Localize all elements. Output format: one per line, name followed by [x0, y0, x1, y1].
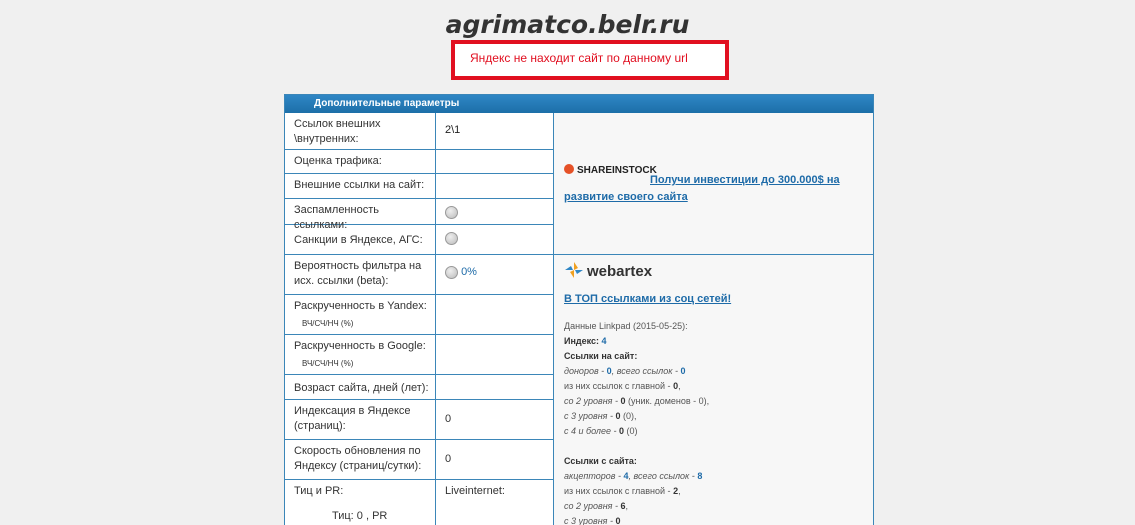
- panel-header: Дополнительные параметры: [285, 95, 873, 113]
- row-external-links-value: [436, 174, 554, 199]
- out-total-label: , всего ссылок -: [628, 471, 695, 481]
- alert-box: Яндекс не находит сайт по данному url: [451, 40, 729, 80]
- level2-extra: (уник. доменов - 0),: [628, 396, 710, 406]
- out-from-main-label: из них ссылок с главной -: [564, 486, 671, 496]
- row-age-value: [436, 375, 554, 400]
- spam-indicator-icon: [445, 205, 458, 219]
- row-index-value: 0: [436, 400, 554, 440]
- linkpad-data: Данные Linkpad (2015-05-25): Индекс: 4 С…: [564, 321, 710, 525]
- row-index-label: Индексация в Яндексе (страниц):: [285, 400, 436, 440]
- row-sanctions-value: [436, 225, 554, 255]
- row-age-label: Возраст сайта, дней (лет):: [285, 375, 436, 400]
- filter-indicator-icon: [445, 265, 458, 279]
- yandex-promo-title: Раскрученность в Yandex:: [294, 300, 427, 312]
- additional-params-panel: Дополнительные параметры Ссылок внешних …: [284, 94, 874, 525]
- row-update-speed-label: Скорость обновления по Яндексу (страниц/…: [285, 440, 436, 480]
- filter-probability: 0%: [461, 266, 477, 278]
- linkpad-index-value: 4: [601, 336, 607, 346]
- row-spam-value: [436, 199, 554, 225]
- level4-extra: (0): [626, 426, 638, 436]
- level2-value: 0: [620, 396, 626, 406]
- shareinstock-link[interactable]: Получи инвестиции до 300.000$ на развити…: [564, 174, 840, 203]
- total-label: , всего ссылок -: [611, 366, 678, 376]
- row-sanctions-label: Санкции в Яндексе, АГС:: [285, 225, 436, 255]
- alert-message: Яндекс не находит сайт по данному url: [470, 51, 688, 65]
- row-spam-label: Заспамленность ссылками:: [285, 199, 436, 231]
- level4-label: с 4 и более -: [564, 426, 617, 436]
- linkpad-in-links-title: Ссылки на сайт:: [564, 351, 638, 361]
- row-update-speed-value: 0: [436, 440, 554, 480]
- site-title: agrimatco.belr.ru: [445, 10, 690, 39]
- acceptors-label: акцепторов -: [564, 471, 621, 481]
- out-from-main-value: 2: [673, 486, 679, 496]
- row-links-value: 2\1: [436, 113, 554, 150]
- row-google-promo-label: Раскрученность в Google: ВЧ/СЧ/НЧ (%): [285, 335, 436, 375]
- webartex-link[interactable]: В ТОП ссылками из соц сетей!: [564, 293, 731, 305]
- webartex-ad: webartex В ТОП ссылками из соц сетей! Да…: [554, 255, 873, 525]
- total-value: 0: [680, 366, 686, 376]
- tic-pr-sub: Тиц: 0 , PR: [332, 510, 388, 522]
- out-level2-label: со 2 уровня -: [564, 501, 618, 511]
- row-links-label: Ссылок внешних \внутренних:: [285, 113, 436, 150]
- level3-value: 0: [615, 411, 621, 421]
- shareinstock-ad: SHAREINSTOCK Получи инвестиции до 300.00…: [554, 113, 873, 255]
- level3-label: с 3 уровня -: [564, 411, 613, 421]
- linkpad-index-label: Индекс:: [564, 336, 600, 346]
- linkpad-heading: Данные Linkpad (2015-05-25):: [564, 321, 688, 331]
- linkpad-out-links-title: Ссылки с сайта:: [564, 456, 637, 466]
- out-level2-value: 6: [620, 501, 626, 511]
- out-total-value: 8: [697, 471, 703, 481]
- row-google-promo-value: [436, 335, 554, 375]
- level3-extra: (0),: [623, 411, 637, 421]
- row-traffic-value: [436, 150, 554, 174]
- from-main-label: из них ссылок с главной -: [564, 381, 671, 391]
- from-main-value: 0: [673, 381, 679, 391]
- google-promo-sub: ВЧ/СЧ/НЧ (%): [302, 359, 354, 368]
- webartex-logo-icon: [565, 262, 583, 278]
- sanctions-indicator-icon: [445, 231, 458, 245]
- row-filter-value: 0%: [436, 255, 554, 295]
- level2-label: со 2 уровня -: [564, 396, 618, 406]
- google-promo-title: Раскрученность в Google:: [294, 340, 426, 352]
- row-traffic-label: Оценка трафика:: [285, 150, 436, 174]
- yandex-promo-sub: ВЧ/СЧ/НЧ (%): [302, 319, 354, 328]
- tic-pr-title: Тиц и PR:: [294, 485, 344, 497]
- level4-value: 0: [618, 426, 624, 436]
- row-filter-label: Вероятность фильтра на исх. ссылки (beta…: [285, 255, 436, 295]
- params-grid: Ссылок внешних \внутренних: 2\1 Оценка т…: [285, 113, 873, 525]
- donors-label: доноров -: [564, 366, 605, 376]
- row-tic-pr-label: Тиц и PR: Тиц: 0 , PR: [285, 480, 436, 525]
- row-yandex-promo-value: [436, 295, 554, 335]
- webartex-logo-text: webartex: [587, 263, 653, 280]
- row-yandex-promo-label: Раскрученность в Yandex: ВЧ/СЧ/НЧ (%): [285, 295, 436, 335]
- webartex-logo[interactable]: webartex: [564, 261, 652, 280]
- row-tic-pr-value: Liveinternet:: [436, 480, 554, 525]
- row-external-links-label: Внешние ссылки на сайт:: [285, 174, 436, 199]
